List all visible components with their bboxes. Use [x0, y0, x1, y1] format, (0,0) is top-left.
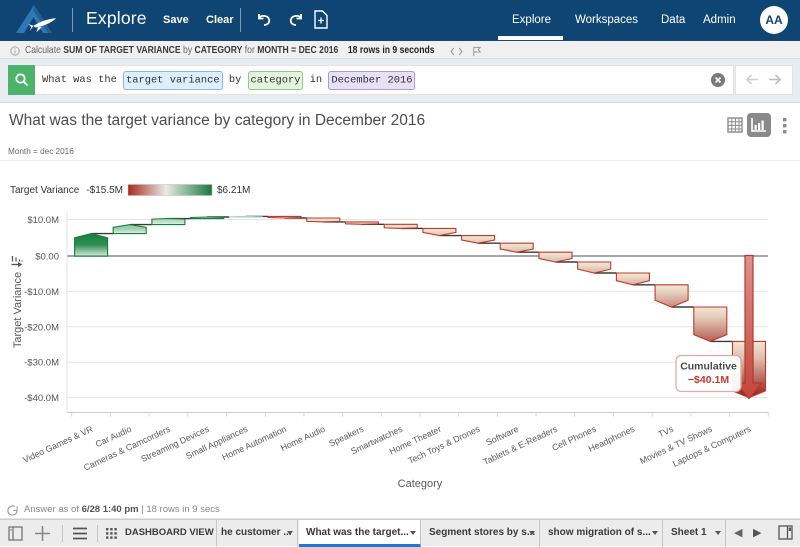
svg-text:-$15.5M: -$15.5M [86, 185, 123, 196]
svg-text:Category: Category [398, 478, 443, 490]
svg-text:-$40.0M: -$40.0M [24, 393, 59, 404]
svg-text:Target Variance: Target Variance [10, 185, 80, 196]
svg-text:$6.21M: $6.21M [217, 185, 250, 196]
svg-text:-$30.0M: -$30.0M [24, 358, 59, 369]
svg-text:Cumulative: Cumulative [680, 361, 737, 373]
svg-text:TVs: TVs [657, 423, 676, 439]
svg-text:$0.00: $0.00 [35, 252, 59, 263]
svg-text:Target Variance: Target Variance [12, 272, 24, 348]
svg-text:-$20.0M: -$20.0M [24, 322, 59, 333]
svg-text:-$10.0M: -$10.0M [24, 287, 59, 298]
svg-text:Tech Toys & Drones: Tech Toys & Drones [406, 423, 482, 465]
svg-text:Home Audio: Home Audio [279, 424, 327, 453]
svg-text:$10.0M: $10.0M [27, 215, 59, 226]
svg-text:−$40.1M: −$40.1M [688, 374, 729, 386]
svg-text:Video Games & VR: Video Games & VR [21, 424, 94, 465]
